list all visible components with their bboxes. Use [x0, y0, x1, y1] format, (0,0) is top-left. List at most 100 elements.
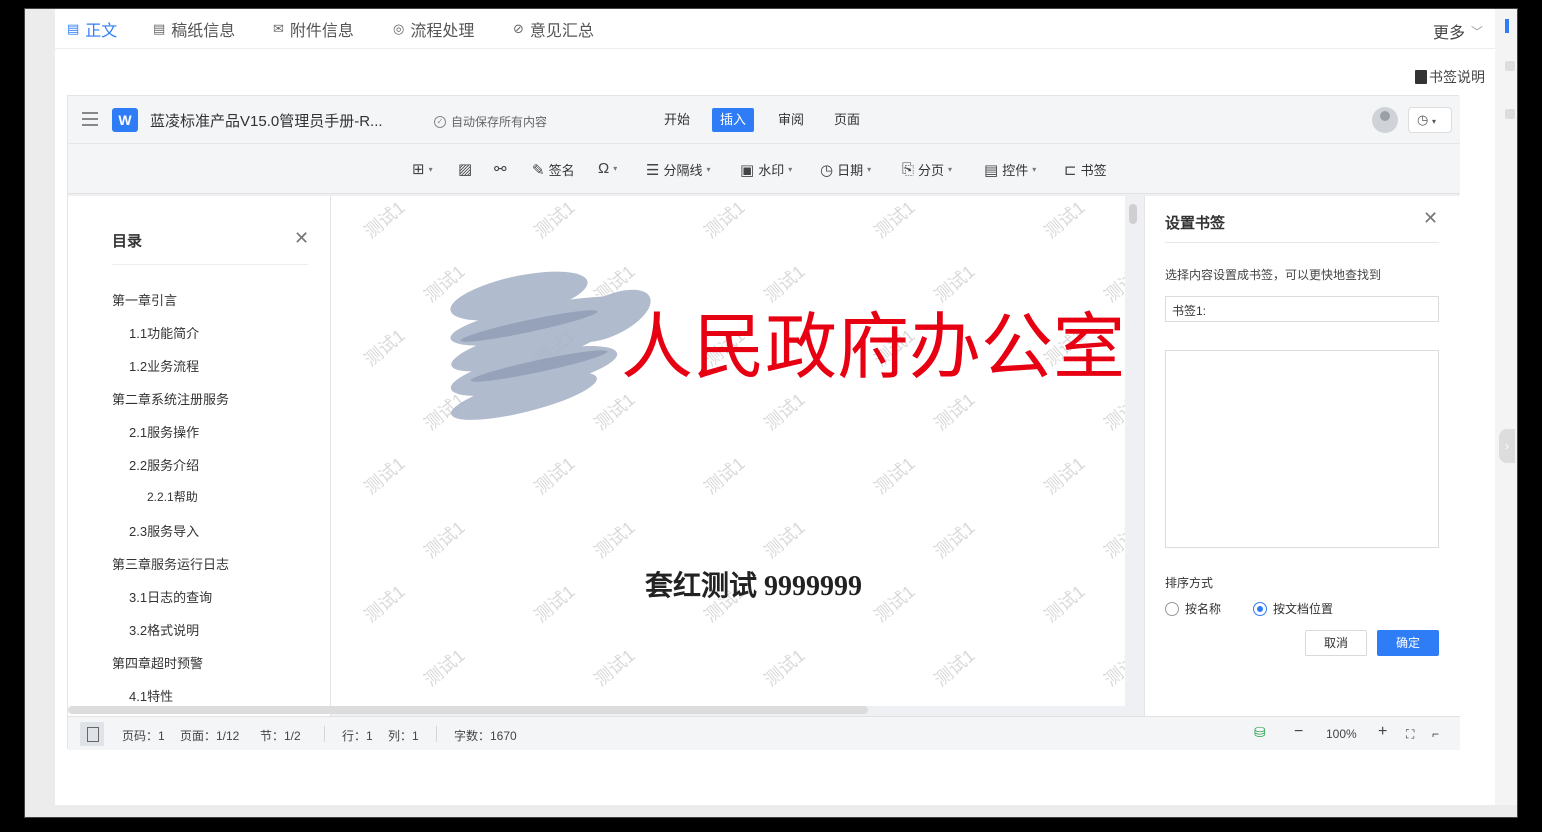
- sort-by-position-radio[interactable]: 按文档位置: [1253, 600, 1333, 617]
- watermark-text: 测试1: [870, 581, 919, 627]
- table-button[interactable]: ⊞ ▾: [412, 160, 433, 178]
- divider-button[interactable]: ☰ 分隔线 ▾: [646, 160, 710, 179]
- watermark-text: 测试1: [760, 389, 809, 435]
- radio-label: 按名称: [1185, 602, 1222, 616]
- document-page[interactable]: 测试1 测试1 测试1 测试1 测试1 测试1 测试1 测试1 测试1 测试1 测试1 测试1 测试1 测…: [331, 196, 1125, 706]
- signature-icon: ✎: [532, 161, 545, 179]
- menu-tab-review[interactable]: 审阅: [770, 108, 812, 132]
- watermark-icon: ▣: [740, 161, 755, 179]
- page-break-button[interactable]: ⎘ 分页 ▾: [902, 160, 952, 179]
- watermark-text: 测试1: [530, 197, 579, 243]
- toc-item[interactable]: 1.1功能简介: [129, 323, 199, 342]
- date-button[interactable]: ◷ 日期 ▾: [820, 160, 871, 179]
- tool-label: 书签: [1080, 163, 1107, 178]
- chevron-right-icon[interactable]: ›: [1499, 429, 1515, 463]
- indicator: [1505, 19, 1509, 33]
- autosave-status: ✓ 自动保存所有内容: [434, 113, 547, 130]
- tab-label: 附件信息: [289, 23, 354, 40]
- bookmark-icon: [1415, 70, 1427, 84]
- toc-item[interactable]: 2.3服务导入: [129, 521, 199, 540]
- caret-icon: ▾: [613, 164, 618, 173]
- toc-item[interactable]: 1.2业务流程: [129, 356, 199, 375]
- divider: [436, 726, 437, 742]
- toc-item[interactable]: 第三章服务运行日志: [112, 554, 229, 573]
- tab-paper-info[interactable]: ▤ 稿纸信息: [153, 17, 235, 41]
- bookmark-list[interactable]: [1165, 350, 1439, 548]
- divider: [1165, 242, 1439, 243]
- caret-icon: ▾: [788, 165, 793, 174]
- avatar[interactable]: [1372, 107, 1398, 133]
- watermark-text: 测试1: [700, 197, 749, 243]
- menu-icon[interactable]: [82, 112, 98, 126]
- tab-opinions[interactable]: ⊘ 意见汇总: [513, 17, 594, 41]
- history-button[interactable]: ◷ ▾: [1408, 107, 1452, 133]
- toc-item[interactable]: 2.2服务介绍: [129, 455, 199, 474]
- toc-item[interactable]: 2.1服务操作: [129, 422, 199, 441]
- row-indicator: 行：1: [342, 729, 373, 743]
- watermark-text: 测试1: [590, 645, 639, 691]
- document-editor: W 蓝凌标准产品V15.0管理员手册-R... ✓ 自动保存所有内容 开始 插入…: [67, 95, 1460, 750]
- caret-icon: ▾: [948, 165, 953, 174]
- zoom-out-icon[interactable]: −: [1294, 723, 1303, 741]
- more-menu[interactable]: 更多 ﹀: [1433, 19, 1483, 43]
- watermark-text: 测试1: [360, 453, 409, 499]
- toc-item[interactable]: 4.1特性: [129, 686, 173, 705]
- link-button[interactable]: ⚯: [494, 160, 507, 178]
- sidebar-icon[interactable]: [1505, 61, 1515, 71]
- bookmark-help-link[interactable]: 书签说明: [1415, 67, 1485, 87]
- tab-label: 稿纸信息: [171, 23, 236, 40]
- zoom-level[interactable]: 100%: [1326, 727, 1357, 741]
- page-code: 页码：1: [122, 729, 165, 743]
- symbol-button[interactable]: Ω ▾: [598, 160, 617, 177]
- toc-item[interactable]: 第四章超时预警: [112, 653, 203, 672]
- panel-description: 选择内容设置成书签，可以更快地查找到: [1165, 268, 1382, 282]
- zoom-in-icon[interactable]: +: [1378, 723, 1387, 741]
- sync-icon[interactable]: ⛁: [1254, 724, 1266, 741]
- fullscreen-icon[interactable]: ⌐: [1432, 727, 1439, 741]
- caret-icon: ▾: [428, 164, 433, 174]
- tool-label: 水印: [758, 163, 785, 178]
- horizontal-scrollbar[interactable]: [68, 706, 868, 714]
- menu-tab-start[interactable]: 开始: [656, 108, 698, 132]
- menu-tab-insert[interactable]: 插入: [712, 108, 755, 132]
- editor-header: W 蓝凌标准产品V15.0管理员手册-R... ✓ 自动保存所有内容 开始 插入…: [68, 96, 1460, 144]
- menu-tab-page[interactable]: 页面: [826, 108, 868, 132]
- tab-flow[interactable]: ◎ 流程处理: [393, 17, 474, 41]
- tab-body[interactable]: ▤ 正文: [67, 17, 117, 41]
- sort-label: 排序方式: [1165, 576, 1214, 590]
- divider: [112, 264, 308, 265]
- close-icon[interactable]: ✕: [1423, 208, 1438, 229]
- table-icon: ⊞: [412, 161, 425, 178]
- watermark-text: 测试1: [1040, 197, 1089, 243]
- close-icon[interactable]: ✕: [294, 228, 309, 249]
- toc-item[interactable]: 3.1日志的查询: [129, 587, 212, 606]
- confirm-button[interactable]: 确定: [1377, 630, 1439, 656]
- page-view-icon[interactable]: [80, 722, 104, 746]
- signature-button[interactable]: ✎ 签名: [532, 160, 575, 179]
- bookmark-button[interactable]: ⊏ 书签: [1064, 160, 1107, 179]
- main-content: ▤ 正文 ▤ 稿纸信息 ✉ 附件信息 ◎ 流程处理 ⊘ 意见汇总 更多 ﹀ 书签…: [55, 9, 1495, 805]
- cancel-button[interactable]: 取消: [1305, 630, 1367, 656]
- watermark-text: 测试1: [760, 645, 809, 691]
- toc-item[interactable]: 第一章引言: [112, 290, 177, 309]
- link-icon: ⚯: [494, 161, 507, 178]
- tool-label: 控件: [1002, 163, 1029, 178]
- tab-label: 流程处理: [410, 23, 475, 40]
- watermark-button[interactable]: ▣ 水印 ▾: [740, 160, 792, 179]
- sort-by-name-radio[interactable]: 按名称: [1165, 600, 1221, 617]
- page-break-icon: ⎘: [902, 161, 915, 178]
- control-button[interactable]: ▤ 控件 ▾: [984, 160, 1036, 179]
- bookmark-name-input[interactable]: 书签1:: [1165, 296, 1439, 322]
- watermark-text: 测试1: [530, 581, 579, 627]
- radio-label: 按文档位置: [1273, 602, 1334, 616]
- toc-item[interactable]: 2.2.1帮助: [147, 488, 198, 505]
- tab-attachments[interactable]: ✉ 附件信息: [273, 17, 354, 41]
- toc-item[interactable]: 第二章系统注册服务: [112, 389, 229, 408]
- image-button[interactable]: ▨: [458, 160, 472, 178]
- fit-page-icon[interactable]: ⛶: [1406, 727, 1414, 742]
- sidebar-icon[interactable]: [1505, 109, 1515, 119]
- toc-item[interactable]: 3.2格式说明: [129, 620, 199, 639]
- date-icon: ◷: [820, 161, 834, 179]
- watermark-text: 测试1: [870, 453, 919, 499]
- vertical-scrollbar[interactable]: [1129, 204, 1137, 224]
